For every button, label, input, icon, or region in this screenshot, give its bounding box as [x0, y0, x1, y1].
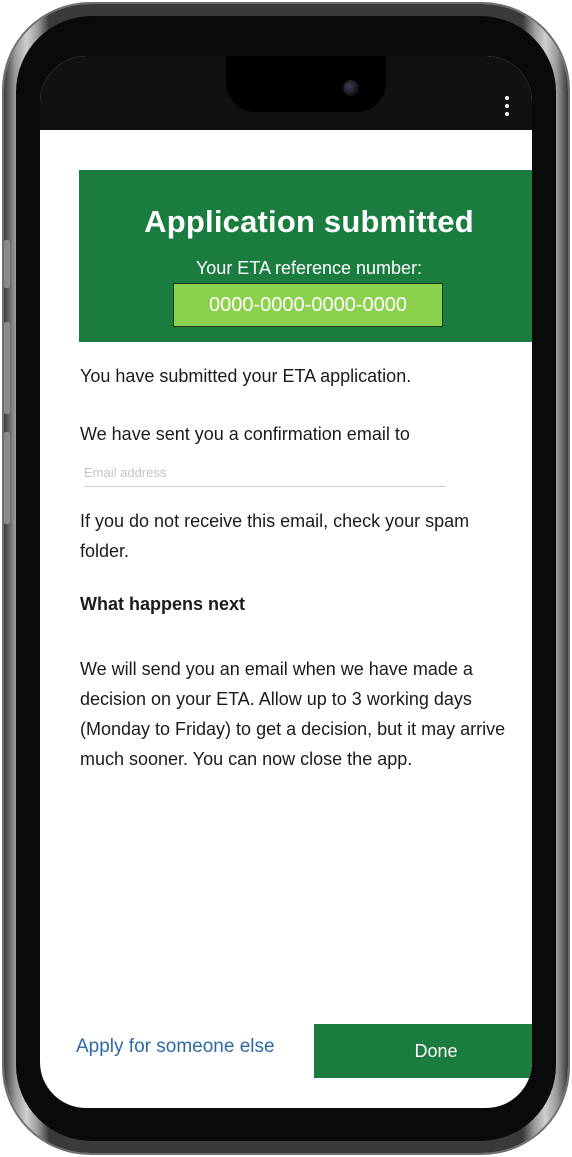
- volume-up-button: [4, 322, 10, 414]
- phone-frame: Application submitted Your ETA reference…: [4, 4, 568, 1153]
- panel-title: Application submitted: [144, 204, 474, 239]
- apply-for-someone-else-link[interactable]: Apply for someone else: [76, 1036, 275, 1058]
- volume-down-button: [4, 432, 10, 524]
- confirmation-panel: Application submitted Your ETA reference…: [79, 170, 532, 342]
- phone-bezel: Application submitted Your ETA reference…: [16, 16, 556, 1141]
- app-screen: Application submitted Your ETA reference…: [40, 56, 532, 1108]
- action-button: [4, 240, 10, 288]
- more-vertical-icon[interactable]: [504, 96, 510, 120]
- camera-icon: [343, 80, 359, 96]
- reference-number: 0000-0000-0000-0000: [173, 283, 443, 327]
- submitted-text: You have submitted your ETA application.: [80, 366, 412, 386]
- email-field[interactable]: [84, 458, 446, 487]
- status-bar: [40, 56, 532, 130]
- next-heading: What happens next: [80, 594, 246, 614]
- reference-label: Your ETA reference number:: [195, 258, 423, 278]
- dynamic-island: [226, 56, 386, 112]
- done-button[interactable]: Done: [314, 1024, 532, 1078]
- email-sent-text: We have sent you a confirmation email to: [80, 424, 410, 444]
- spam-text: If you do not receive this email, check …: [80, 511, 470, 561]
- next-text: We will send you an email when we have m…: [80, 659, 506, 769]
